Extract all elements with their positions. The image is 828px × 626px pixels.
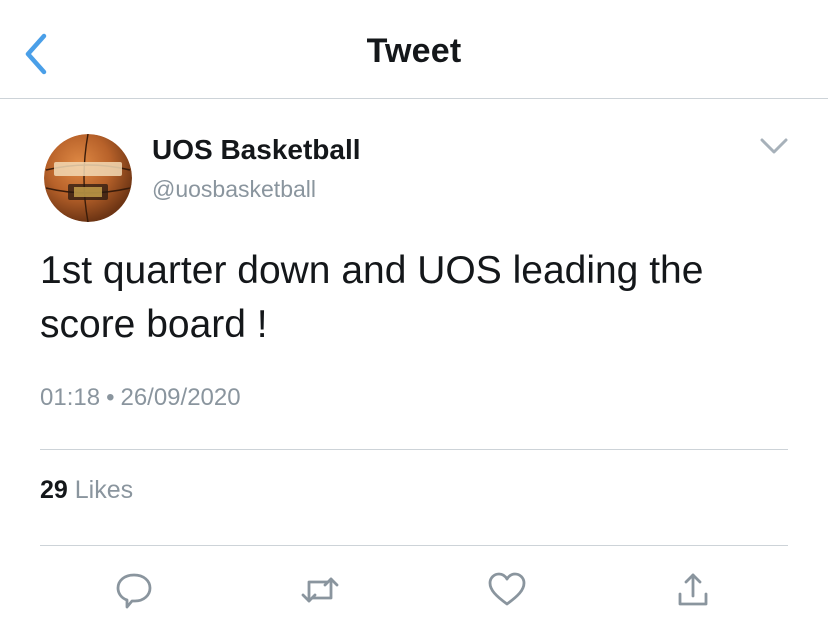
basketball-icon [44,134,132,222]
divider [40,449,788,450]
avatar[interactable] [44,134,132,222]
author-display-name[interactable]: UOS Basketball [152,134,361,166]
share-button[interactable] [671,568,715,612]
tweet-timestamp: 01:18 • 26/09/2020 [40,384,241,412]
retweet-icon [301,577,339,603]
more-options-button[interactable] [756,132,792,160]
likes-summary[interactable]: 29 Likes [40,476,133,505]
likes-count: 29 [40,476,68,504]
reply-icon [116,573,152,609]
share-icon [678,573,708,606]
like-button[interactable] [485,568,529,612]
likes-label: Likes [74,476,134,504]
divider [40,545,788,546]
timestamp-separator: • [106,384,115,411]
author-handle[interactable]: @uosbasketball [152,176,316,203]
heart-icon [488,572,526,606]
retweet-button[interactable] [298,568,342,612]
tweet-text: 1st quarter down and UOS leading the sco… [40,249,704,346]
tweet-time: 01:18 [40,384,101,411]
tweet-date: 26/09/2020 [120,384,241,411]
chevron-down-icon [760,138,788,154]
reply-button[interactable] [112,568,156,612]
page-title: Tweet [366,32,462,70]
navigation-header: Tweet [0,0,828,99]
